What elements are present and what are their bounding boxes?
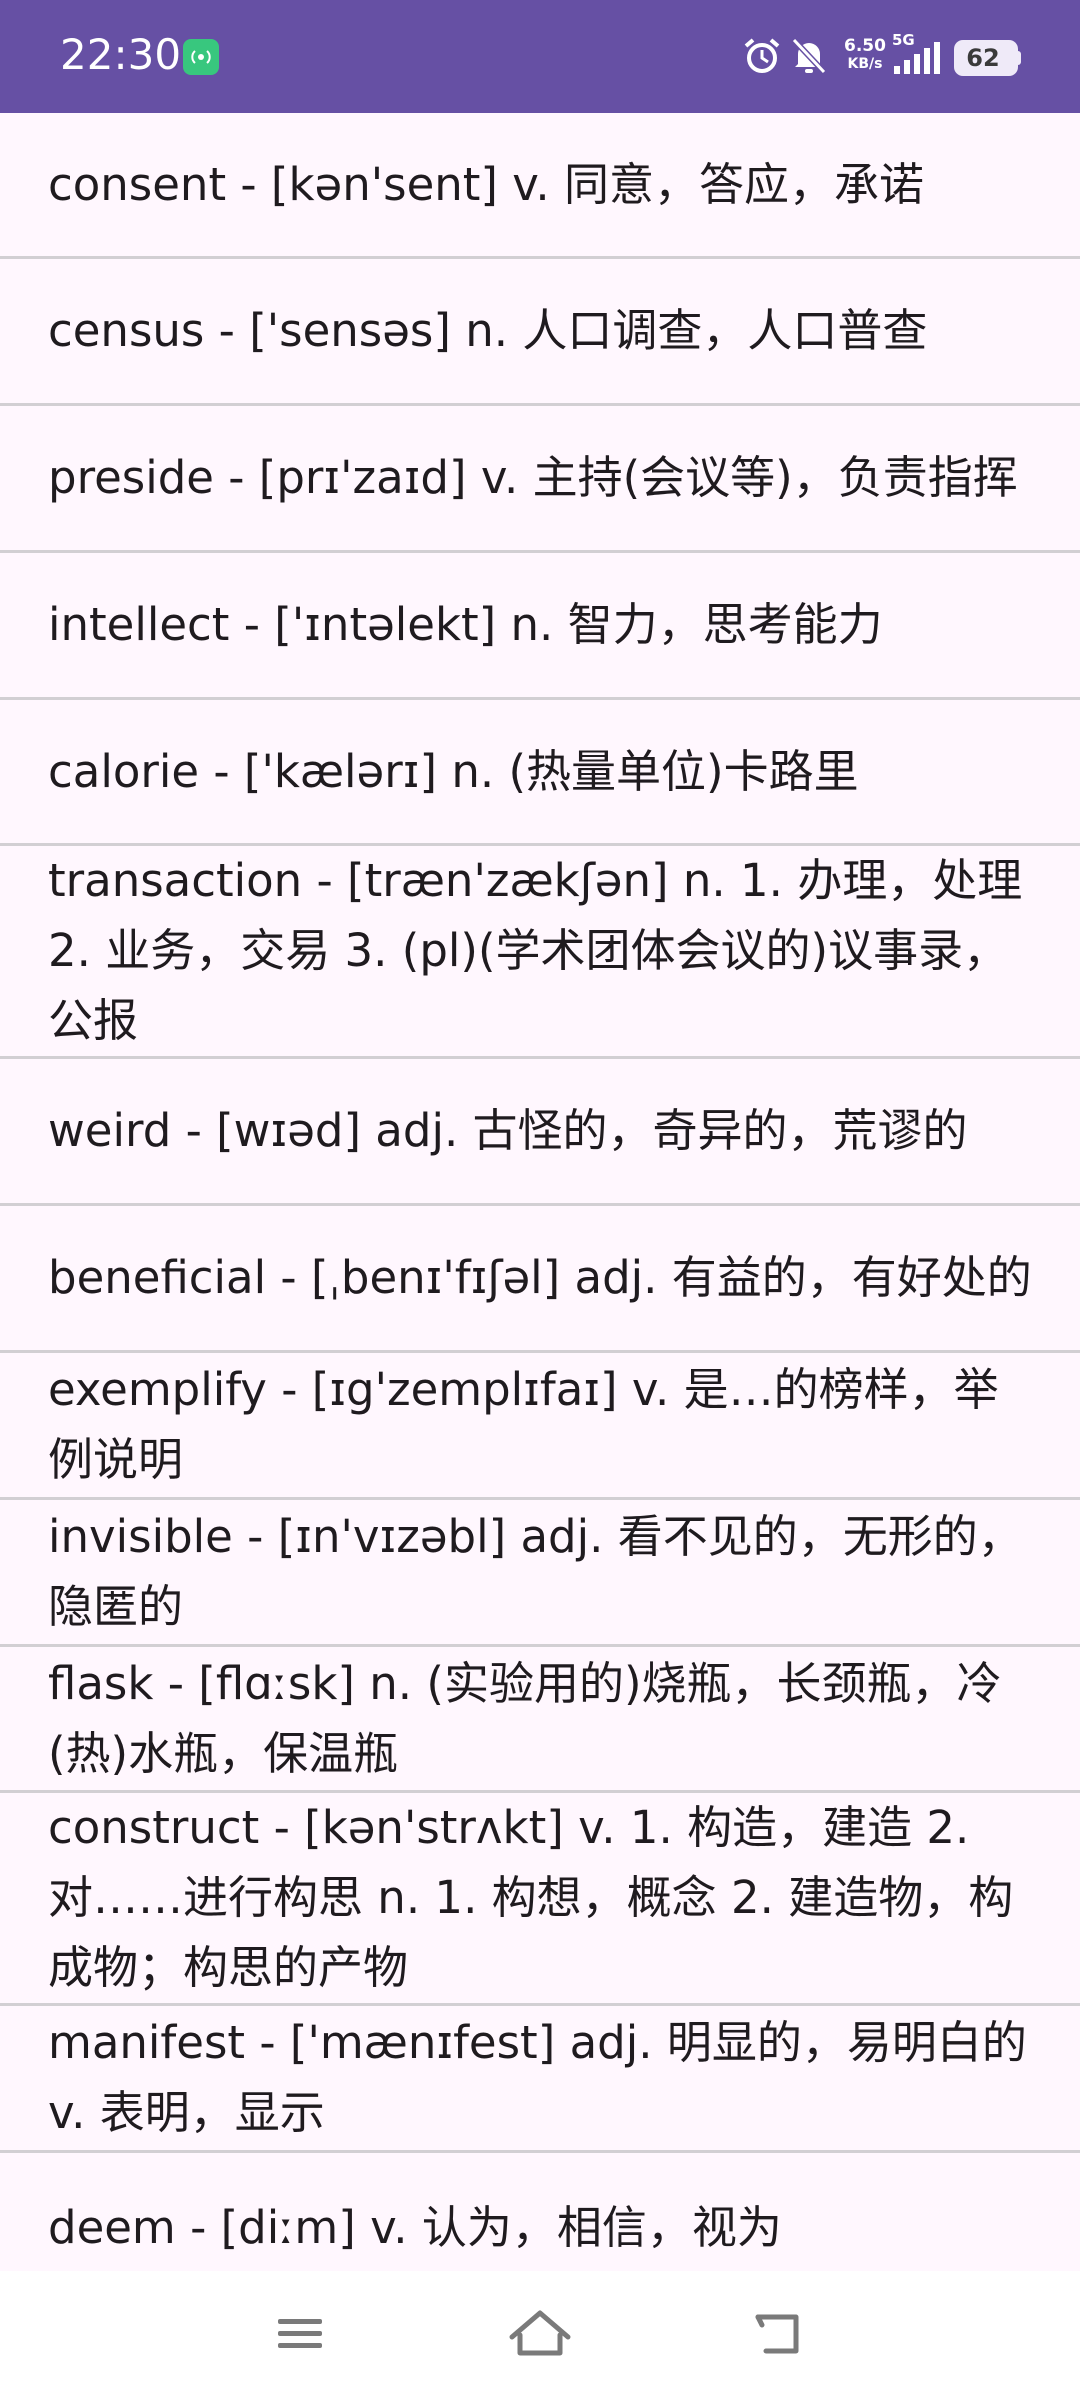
word-entry-text: flask - [flɑːsk] n. (实验用的)烧瓶，长颈瓶，冷(热)水瓶，…	[48, 1656, 1002, 1780]
word-entry-text: exemplify - [ɪg'zemplɪfaɪ] v. 是…的榜样，举例说明	[48, 1363, 999, 1486]
list-item[interactable]: intellect - ['ɪntəlekt] n. 智力，思考能力	[0, 553, 1080, 700]
battery-level: 62	[966, 44, 1000, 72]
list-item[interactable]: beneficial - [ˌbenɪ'fɪʃəl] adj. 有益的，有好处的	[0, 1206, 1080, 1353]
list-item[interactable]: flask - [flɑːsk] n. (实验用的)烧瓶，长颈瓶，冷(热)水瓶，…	[0, 1647, 1080, 1793]
list-item[interactable]: construct - [kən'strʌkt] v. 1. 构造，建造 2. …	[0, 1793, 1080, 2006]
back-button[interactable]	[740, 2299, 820, 2369]
list-item[interactable]: preside - [prɪ'zaɪd] v. 主持(会议等)，负责指挥	[0, 406, 1080, 553]
alarm-icon	[742, 36, 782, 80]
home-button[interactable]	[500, 2299, 580, 2369]
home-icon	[509, 2310, 571, 2356]
word-entry-text: beneficial - [ˌbenɪ'fɪʃəl] adj. 有益的，有好处的	[48, 1251, 1032, 1304]
word-entry-text: census - ['sensəs] n. 人口调查，人口普查	[48, 304, 928, 357]
status-icons: 6.50 KB/s 5G 62	[742, 30, 1021, 86]
word-entry-text: transaction - [træn'zækʃən] n. 1. 办理，处理 …	[48, 854, 1023, 1047]
word-entry-text: manifest - ['mænɪfest] adj. 明显的，易明白的 v. …	[48, 2016, 1027, 2139]
signal-icon: 5G	[892, 32, 948, 80]
list-item[interactable]: deem - [diːm] v. 认为，相信，视为	[0, 2153, 1080, 2271]
word-entry-text: intellect - ['ɪntəlekt] n. 智力，思考能力	[48, 598, 883, 651]
battery-icon: 62	[954, 40, 1021, 76]
hotspot-icon	[183, 39, 219, 75]
list-item[interactable]: transaction - [træn'zækʃən] n. 1. 办理，处理 …	[0, 846, 1080, 1059]
word-entry-text: invisible - [ɪn'vɪzəbl] adj. 看不见的，无形的，隐匿…	[48, 1510, 1023, 1633]
list-item[interactable]: manifest - ['mænɪfest] adj. 明显的，易明白的 v. …	[0, 2006, 1080, 2153]
navigation-bar	[0, 2271, 1080, 2400]
list-item[interactable]: exemplify - [ɪg'zemplɪfaɪ] v. 是…的榜样，举例说明	[0, 1353, 1080, 1500]
word-entry-text: calorie - ['kælərɪ] n. (热量单位)卡路里	[48, 744, 859, 798]
list-item[interactable]: invisible - [ɪn'vɪzəbl] adj. 看不见的，无形的，隐匿…	[0, 1500, 1080, 1647]
word-entry-text: construct - [kən'strʌkt] v. 1. 构造，建造 2. …	[48, 1801, 1014, 1994]
list-item[interactable]: consent - [kən'sent] v. 同意，答应，承诺	[0, 113, 1080, 259]
word-entry-text: deem - [diːm] v. 认为，相信，视为	[48, 2201, 782, 2254]
word-entry-text: preside - [prɪ'zaɪd] v. 主持(会议等)，负责指挥	[48, 451, 1018, 504]
list-item[interactable]: weird - [wɪəd] adj. 古怪的，奇异的，荒谬的	[0, 1059, 1080, 1206]
menu-button[interactable]	[260, 2299, 340, 2369]
back-icon	[755, 2314, 799, 2354]
word-entry-text: weird - [wɪəd] adj. 古怪的，奇异的，荒谬的	[48, 1104, 968, 1157]
net-speed: 6.50 KB/s	[834, 36, 896, 72]
net-speed-unit: KB/s	[847, 56, 883, 72]
word-entry-text: consent - [kən'sent] v. 同意，答应，承诺	[48, 157, 925, 211]
status-time: 22:30	[60, 30, 182, 79]
battery-tip	[1017, 51, 1021, 65]
list-item[interactable]: calorie - ['kælərɪ] n. (热量单位)卡路里	[0, 700, 1080, 846]
menu-icon	[278, 2319, 322, 2348]
net-speed-value: 6.50	[844, 36, 886, 56]
list-item[interactable]: census - ['sensəs] n. 人口调查，人口普查	[0, 259, 1080, 406]
status-bar: 22:30 6.50 KB/s 5G 62	[0, 0, 1080, 113]
mute-icon	[790, 36, 828, 80]
word-list[interactable]: consent - [kən'sent] v. 同意，答应，承诺 census …	[0, 113, 1080, 2271]
